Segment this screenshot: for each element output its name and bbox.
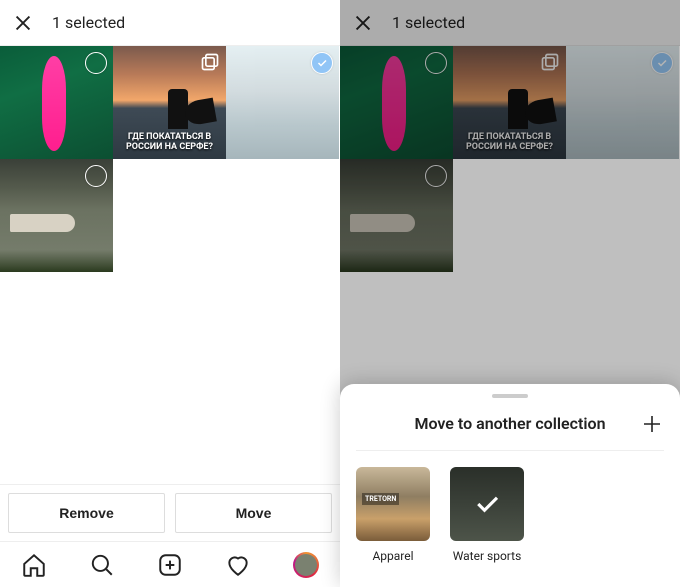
header-title: 1 selected [52,13,125,32]
screen-move-sheet: 1 selected ГДЕ ПОКАТАТЬСЯ В РОССИИ НА СЕ… [340,0,680,587]
close-icon[interactable] [352,12,374,34]
photo-grid: ГДЕ ПОКАТАТЬСЯ В РОССИИ НА СЕРФЕ? [0,46,340,272]
new-collection-button[interactable] [640,412,664,436]
grid-item[interactable] [0,159,113,272]
multi-photo-icon [540,52,560,72]
thumb-caption: ГДЕ ПОКАТАТЬСЯ В РОССИИ НА СЕРФЕ? [117,133,222,153]
header: 1 selected [340,0,680,46]
remove-button[interactable]: Remove [8,493,165,533]
collection-item-apparel[interactable]: Apparel [356,467,430,563]
move-collection-sheet: Move to another collection Apparel Water… [340,384,680,587]
collection-thumb [356,467,430,541]
sheet-handle[interactable] [492,394,528,398]
grid-item[interactable] [226,46,339,159]
collection-label: Water sports [450,549,524,563]
selection-ring[interactable] [85,165,107,187]
grid-item[interactable]: ГДЕ ПОКАТАТЬСЯ В РОССИИ НА СЕРФЕ? [453,46,566,159]
tab-home[interactable] [21,552,47,578]
header-title: 1 selected [392,13,465,32]
selection-ring-selected[interactable] [651,52,673,74]
grid-item[interactable]: ГДЕ ПОКАТАТЬСЯ В РОССИИ НА СЕРФЕ? [113,46,226,159]
sheet-title-row: Move to another collection [356,412,664,451]
grid-item[interactable] [0,46,113,159]
tab-search[interactable] [89,552,115,578]
tab-add-post[interactable] [157,552,183,578]
grid-item[interactable] [340,46,453,159]
photo-grid: ГДЕ ПОКАТАТЬСЯ В РОССИИ НА СЕРФЕ? [340,46,680,272]
collection-label: Apparel [356,549,430,563]
collection-thumb [450,467,524,541]
grid-item[interactable] [340,159,453,272]
sheet-title: Move to another collection [380,414,640,434]
close-icon[interactable] [12,12,34,34]
selection-ring[interactable] [425,165,447,187]
bottom-tab-bar [0,541,340,587]
selection-ring[interactable] [85,52,107,74]
collection-list: Apparel Water sports [356,451,664,563]
header: 1 selected [0,0,340,46]
tab-activity[interactable] [225,552,251,578]
thumb-caption: ГДЕ ПОКАТАТЬСЯ В РОССИИ НА СЕРФЕ? [457,133,562,153]
grid-item[interactable] [566,46,679,159]
collection-item-water-sports[interactable]: Water sports [450,467,524,563]
checkmark-icon [450,467,524,541]
multi-photo-icon [200,52,220,72]
tab-profile[interactable] [293,552,319,578]
selection-ring-selected[interactable] [311,52,333,74]
action-bar: Remove Move [0,484,340,541]
screen-selection: 1 selected ГДЕ ПОКАТАТЬСЯ В РОССИИ НА СЕ… [0,0,340,587]
move-button[interactable]: Move [175,493,332,533]
profile-avatar-icon [293,552,319,578]
selection-ring[interactable] [425,52,447,74]
